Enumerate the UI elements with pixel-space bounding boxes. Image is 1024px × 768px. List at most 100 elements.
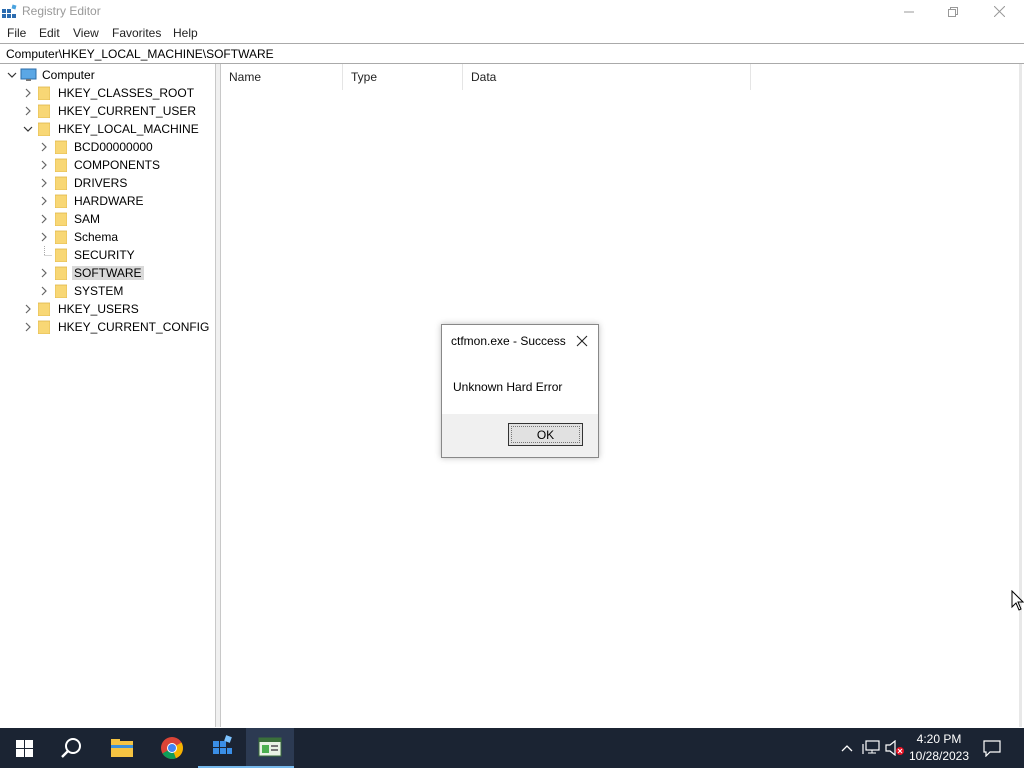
folder-icon [55,266,67,280]
network-button[interactable] [860,728,882,768]
tree-node-software[interactable]: SOFTWARE [0,264,215,282]
folder-icon [55,194,67,208]
tree-label: HKEY_USERS [58,302,139,316]
values-list[interactable]: Name Type Data [220,64,1022,727]
clock[interactable]: 4:20 PM 10/28/2023 [908,731,970,765]
dialog-close-icon[interactable] [574,333,590,349]
folder-icon [55,230,67,244]
tree-label: SYSTEM [74,284,124,298]
folder-icon [38,302,50,316]
volume-muted-icon [885,740,904,756]
tree-node-drivers[interactable]: DRIVERS [0,174,215,192]
computer-icon [20,68,37,81]
restore-button[interactable] [930,0,976,23]
column-header-data[interactable]: Data [463,64,751,90]
address-path[interactable]: Computer\HKEY_LOCAL_MACHINE\SOFTWARE [6,47,274,61]
folder-icon [38,86,50,100]
tree-label: SECURITY [74,248,135,262]
file-explorer-button[interactable] [98,728,146,768]
tree-label: BCD00000000 [74,140,153,154]
chevron-right-icon[interactable] [39,268,49,278]
chevron-right-icon[interactable] [23,322,33,332]
folder-icon [55,284,67,298]
dialog-message: Unknown Hard Error [453,380,563,394]
folder-icon [38,104,50,118]
windows-logo-icon [15,739,33,757]
chevron-right-icon[interactable] [23,106,33,116]
tree-node-schema[interactable]: Schema [0,228,215,246]
tree-node-hkey-users[interactable]: HKEY_USERS [0,300,215,318]
registry-editor-taskbar-button[interactable] [246,728,294,768]
dialog-footer: OK [442,414,598,457]
tree-node-hkey-current-user[interactable]: HKEY_CURRENT_USER [0,102,215,120]
tree-label: Schema [74,230,119,244]
chevron-down-icon[interactable] [23,124,33,134]
menu-favorites[interactable]: Favorites [112,26,161,40]
volume-button[interactable] [884,728,906,768]
column-header-name[interactable]: Name [221,64,343,90]
cube-app-icon [213,735,232,754]
mouse-cursor-icon [1011,590,1024,611]
chevron-right-icon[interactable] [39,196,49,206]
ok-button[interactable]: OK [508,423,583,446]
minimize-button[interactable] [886,0,932,23]
notification-icon [983,740,1001,757]
tree-label: Computer [42,68,95,82]
folder-icon [55,176,67,190]
chrome-button[interactable] [148,728,196,768]
chevron-right-icon[interactable] [39,142,49,152]
show-hidden-icons-button[interactable] [836,728,858,768]
minimize-icon [904,11,914,12]
clock-date: 10/28/2023 [908,749,970,763]
menu-help[interactable]: Help [173,26,198,40]
file-explorer-icon [111,739,133,757]
close-button[interactable] [976,0,1022,23]
tree-node-hkey-current-config[interactable]: HKEY_CURRENT_CONFIG [0,318,215,336]
network-icon [862,740,880,754]
window-title: Registry Editor [22,4,101,18]
address-bar[interactable]: Computer\HKEY_LOCAL_MACHINE\SOFTWARE [0,43,1024,64]
folder-icon [55,158,67,172]
menu-file[interactable]: File [7,26,26,40]
registry-editor-icon [258,737,282,757]
tree-node-security[interactable]: SECURITY [0,246,215,264]
vertical-scrollbar[interactable] [1019,64,1022,727]
tree-node-computer[interactable]: Computer [0,66,215,84]
error-dialog: ctfmon.exe - Success Unknown Hard Error … [441,324,599,458]
tree-label: COMPONENTS [74,158,161,172]
chevron-right-icon[interactable] [39,214,49,224]
title-bar[interactable]: Registry Editor [0,0,1024,23]
list-header: Name Type Data [221,64,1023,90]
folder-icon [38,320,50,334]
registry-editor-icon [2,4,17,18]
registry-app-button[interactable] [198,728,246,768]
key-tree[interactable]: Computer HKEY_CLASSES_ROOT HKEY_CURRENT_… [0,64,216,727]
chevron-right-icon[interactable] [23,88,33,98]
tree-node-hkey-local-machine[interactable]: HKEY_LOCAL_MACHINE [0,120,215,138]
chevron-down-icon[interactable] [7,70,17,80]
menu-view[interactable]: View [73,26,99,40]
tree-label: HKEY_LOCAL_MACHINE [58,122,199,136]
tree-node-sam[interactable]: SAM [0,210,215,228]
tree-node-system[interactable]: SYSTEM [0,282,215,300]
folder-icon [55,140,67,154]
start-button[interactable] [0,728,48,768]
chrome-icon [161,737,183,759]
column-header-type[interactable]: Type [343,64,463,90]
menu-edit[interactable]: Edit [39,26,60,40]
tree-node-hardware[interactable]: HARDWARE [0,192,215,210]
search-button[interactable] [48,728,96,768]
tree-node-components[interactable]: COMPONENTS [0,156,215,174]
chevron-right-icon[interactable] [39,232,49,242]
desktop: Registry Editor File Edit View Favorites… [0,0,1024,768]
notifications-button[interactable] [978,728,1006,768]
chevron-right-icon[interactable] [23,304,33,314]
tree-node-hkey-classes-root[interactable]: HKEY_CLASSES_ROOT [0,84,215,102]
tree-node-bcd00000000[interactable]: BCD00000000 [0,138,215,156]
folder-icon [55,212,67,226]
chevron-right-icon[interactable] [39,286,49,296]
chevron-right-icon[interactable] [39,178,49,188]
chevron-right-icon[interactable] [39,160,49,170]
tree-label-selected: SOFTWARE [72,266,144,280]
chevron-up-icon [841,745,853,752]
